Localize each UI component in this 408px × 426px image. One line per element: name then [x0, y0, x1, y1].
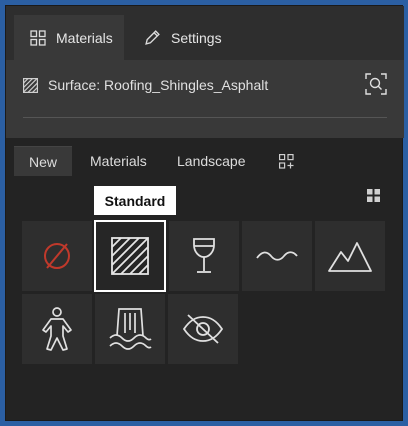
tile-standard[interactable] — [94, 220, 166, 292]
surface-header: Surface: Roofing_Shingles_Asphalt — [6, 60, 404, 138]
water-icon — [256, 251, 298, 261]
person-icon — [42, 307, 72, 351]
none-icon — [44, 243, 70, 269]
tab-landscape-label: Landscape — [177, 153, 246, 169]
grid-icon — [30, 29, 46, 46]
tile-none[interactable] — [22, 221, 92, 291]
sub-tab-bar: New Materials Landscape — [6, 146, 404, 176]
surface-info: Surface: Roofing_Shingles_Asphalt — [23, 77, 268, 93]
tile-waterfall[interactable] — [95, 294, 165, 364]
tile-person[interactable] — [22, 294, 92, 364]
tab-landscape[interactable]: Landscape — [177, 146, 246, 176]
search-icon[interactable] — [365, 73, 387, 95]
tab-add-collection[interactable] — [279, 146, 294, 176]
tile-glass[interactable] — [169, 221, 239, 291]
view-grid-icon[interactable] — [367, 189, 380, 202]
waterfall-icon — [109, 308, 152, 350]
materials-panel: Materials Settings Surface: Roofing_Shin… — [5, 5, 404, 421]
mountain-icon — [328, 242, 372, 272]
surface-name: Surface: Roofing_Shingles_Asphalt — [48, 77, 269, 93]
hatch-icon — [23, 77, 38, 93]
tab-materials[interactable]: Materials — [14, 15, 124, 60]
tab-materials-label: Materials — [56, 29, 113, 46]
tile-hidden[interactable] — [168, 294, 238, 364]
eye-off-icon — [182, 314, 224, 344]
tab-new-label: New — [28, 153, 57, 170]
glass-icon — [193, 238, 215, 273]
add-grid-icon — [279, 153, 294, 169]
top-tab-bar: Materials Settings — [6, 6, 404, 60]
pencil-icon — [145, 30, 160, 45]
tab-settings-label: Settings — [171, 29, 222, 46]
tile-water[interactable] — [242, 221, 312, 291]
tab-library-materials-label: Materials — [90, 153, 147, 169]
header-divider — [23, 117, 387, 118]
hatch-icon — [111, 237, 149, 275]
tooltip-standard: Standard — [94, 186, 176, 215]
tab-library-materials[interactable]: Materials — [90, 146, 147, 176]
tab-settings[interactable]: Settings — [142, 15, 252, 60]
tile-terrain[interactable] — [315, 221, 385, 291]
tab-new[interactable]: New — [14, 146, 72, 176]
